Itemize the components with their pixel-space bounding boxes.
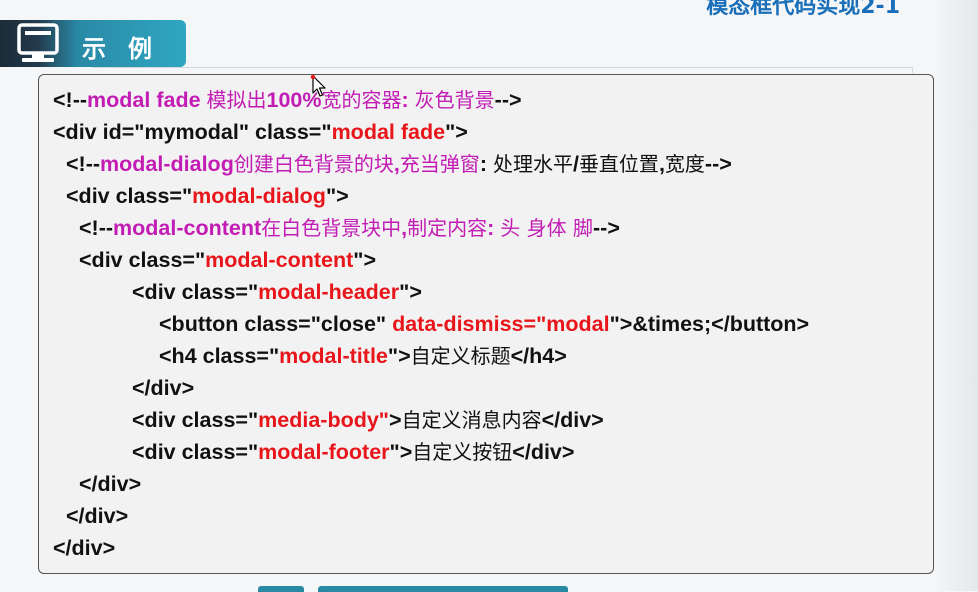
code-token: <button class="close" [159, 312, 393, 336]
code-token: 创建白色背景的块 [233, 152, 394, 176]
code-token: 自定义消息内容 [401, 408, 542, 432]
code-line-9: <h4 class="modal-title">自定义标题</h4> [159, 341, 567, 371]
code-token: </h4> [510, 344, 567, 368]
code-token: 头 身体 脚 [500, 216, 593, 240]
code-token: modal-title [279, 344, 388, 368]
monitor-icon [17, 23, 59, 62]
banner-label: 示例 [82, 35, 174, 63]
code-token: <div class=" [132, 280, 259, 304]
code-line-13: </div> [79, 469, 141, 499]
code-token: > [389, 408, 402, 432]
code-line-5: <!--modal-content在白色背景块中,制定内容: 头 身体 脚--> [79, 213, 620, 243]
bottom-tab [258, 586, 304, 592]
code-token: modal-dialog [192, 184, 326, 208]
code-line-15: </div> [53, 533, 115, 563]
code-token: 宽度 [664, 152, 705, 176]
code-token: : [479, 152, 493, 176]
code-line-8: <button class="close" data-dismiss="moda… [159, 309, 809, 339]
code-token: <!-- [66, 152, 101, 176]
code-line-7: <div class="modal-header"> [132, 277, 422, 307]
code-line-12: <div class="modal-footer">自定义按钮</div> [132, 437, 574, 467]
code-token: modal-content [205, 248, 354, 272]
slide-side-stripe [934, 0, 978, 591]
code-token: "> [389, 440, 413, 464]
code-token: --> [593, 216, 620, 240]
code-token: 处理水平 [492, 152, 573, 176]
code-token: </div> [512, 440, 575, 464]
code-token: 灰色背景 [414, 88, 495, 112]
code-token: modal-header [258, 280, 400, 304]
example-banner: 示例 [0, 20, 186, 67]
code-token: 垂直位置 [578, 152, 659, 176]
code-token: </div> [132, 376, 195, 400]
code-token: modal-content [113, 216, 262, 240]
code-token: <!-- [79, 216, 114, 240]
code-token: </div> [79, 472, 142, 496]
code-token: 模拟出 [206, 88, 267, 112]
code-line-4: <div class="modal-dialog"> [66, 181, 349, 211]
code-token: 在白色背景块中 [261, 216, 402, 240]
code-token: media-body" [258, 408, 390, 432]
code-line-14: </div> [66, 501, 128, 531]
code-token: <div class=" [66, 184, 193, 208]
code-line-3: <!--modal-dialog创建白色背景的块,充当弹窗: 处理水平/垂直位置… [66, 149, 732, 179]
code-token: <div class=" [79, 248, 206, 272]
code-token: "> [353, 248, 377, 272]
code-line-2: <div id="mymodal" class="modal fade"> [53, 117, 468, 147]
code-token: : [487, 216, 501, 240]
code-token: <div id="mymodal" class=" [53, 120, 332, 144]
code-line-10: </div> [132, 373, 194, 403]
code-token: "> [387, 344, 411, 368]
code-token: data-dismiss="modal [392, 312, 610, 336]
mouse-pointer-icon [310, 74, 326, 97]
code-token: 充当弹窗 [399, 152, 480, 176]
code-token: modal-dialog [100, 152, 234, 176]
code-token: --> [494, 88, 522, 112]
code-line-6: <div class="modal-content"> [79, 245, 376, 275]
code-token: </div> [53, 536, 116, 560]
code-token: modal-footer [258, 440, 390, 464]
code-token: 制定内容 [407, 216, 488, 240]
code-token: "> [325, 184, 349, 208]
code-token: modal fade [331, 120, 446, 144]
code-token: </div> [66, 504, 129, 528]
bottom-tab [318, 586, 568, 592]
slide-title: 模态框代码实现2-1 [706, 0, 900, 19]
code-example-box: <!--modal fade 模拟出100%宽的容器: 灰色背景--> <div… [38, 74, 934, 574]
code-token: <!-- [53, 88, 88, 112]
code-token: : [401, 88, 415, 112]
code-token: <h4 class=" [159, 344, 280, 368]
code-line-1: <!--modal fade 模拟出100%宽的容器: 灰色背景--> [53, 85, 522, 115]
code-token: 自定义按钮 [412, 440, 513, 464]
code-token: ">&times;</button> [609, 312, 810, 336]
code-token: <div class=" [132, 408, 259, 432]
code-token: 自定义标题 [410, 344, 511, 368]
code-token: modal fade [87, 88, 207, 112]
code-token: "> [399, 280, 422, 304]
code-line-11: <div class="media-body">自定义消息内容</div> [132, 405, 604, 435]
divider [92, 67, 913, 73]
code-token: </div> [541, 408, 604, 432]
code-token: --> [704, 152, 732, 176]
code-token: 宽的容器 [321, 88, 402, 112]
code-token: <div class=" [132, 440, 259, 464]
code-token: "> [445, 120, 468, 144]
